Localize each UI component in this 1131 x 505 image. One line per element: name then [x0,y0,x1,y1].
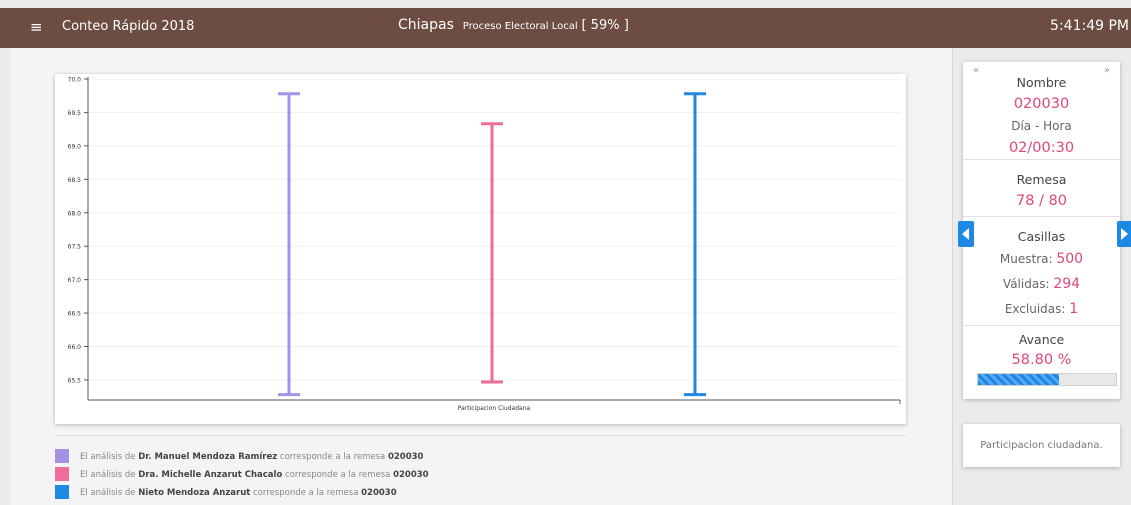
legend-text: El análisis de Nieto Mendoza Anzarut cor… [80,488,397,498]
remesa-value: 78 / 80 [1015,193,1067,209]
remesa-label: Remesa [1016,172,1067,187]
hamburger-icon[interactable]: ≡ [30,18,43,36]
legend-swatch [55,485,69,499]
process-percent: [ 59% ] [581,18,629,33]
nombre-value: 020030 [1013,96,1070,112]
prev-button[interactable] [958,221,974,247]
remesa-section: Remesa 78 / 80 [963,160,1120,217]
y-tick-label: 69.5 [68,110,82,117]
y-tick-label: 69.0 [68,143,82,150]
y-tick-label: 67.0 [68,277,82,284]
casillas-section: Casillas Muestra: 500 Válidas: 294 Exclu… [963,217,1120,326]
avance-progress-bar [977,373,1117,386]
y-tick-label: 66.5 [68,311,82,318]
legend-swatch [55,467,69,481]
note-card: Participacion ciudadana. [963,424,1120,467]
chevron-left-icon [962,228,969,240]
chart-card: 70.0 69.5 69.0 68.5 68.0 67.5 67.0 66.5 66.0 65.5… [55,74,906,424]
nombre-section: Nombre 020030 Día - Hora 02/00:30 [963,62,1120,160]
info-panel: « » Nombre 020030 Día - Hora 02/00:30 Re… [963,62,1120,399]
nombre-label: Nombre [1016,75,1067,90]
chevron-right-icon [1121,228,1128,240]
legend-text: El análisis de Dra. Michelle Anzarut Cha… [80,470,429,480]
legend-text: El análisis de Dr. Manuel Mendoza Ramíre… [80,452,424,462]
legend-swatch [55,449,69,463]
y-tick-label: 67.5 [68,244,82,251]
avance-value: 58.80 % [1011,352,1072,368]
excluidas-value: 1 [1069,301,1079,317]
y-tick-label: 68.5 [68,177,82,184]
app-title: Conteo Rápido 2018 [62,19,195,34]
x-axis-label: Participacion Ciudadana [458,405,531,412]
y-tick-label: 66.0 [68,344,82,351]
y-tick-label: 70.0 [68,77,82,84]
dia-hora-value: 02/00:30 [1008,140,1075,156]
page-title: Chiapas Proceso Electoral Local [ 59% ] [398,17,629,33]
validas-value: 294 [1053,276,1081,292]
error-bar-chart: 70.0 69.5 69.0 68.5 68.0 67.5 67.0 66.5 66.0 65.5… [68,77,901,412]
top-bar: ≡ Conteo Rápido 2018 Chiapas Proceso Ele… [0,8,1131,48]
y-tick-label: 68.0 [68,210,82,217]
avance-section: Avance 58.80 % [963,326,1120,399]
muestra-value: 500 [1056,251,1084,267]
panel-divider [952,48,953,505]
divider [55,435,906,436]
avance-label: Avance [1018,332,1065,347]
process-name: Proceso Electoral Local [462,21,578,32]
validas-row: Válidas: 294 [1002,276,1081,292]
muestra-row: Muestra: 500 [999,251,1084,267]
dia-hora-label: Día - Hora [1011,119,1072,133]
casillas-label: Casillas [1017,229,1066,244]
progress-fill [978,374,1060,385]
excluidas-row: Excluidas: 1 [1004,301,1079,317]
state-name: Chiapas [398,17,454,33]
y-tick-label: 65.5 [68,377,82,384]
next-button[interactable] [1117,221,1131,247]
clock: 5:41:49 PM [1050,18,1129,34]
